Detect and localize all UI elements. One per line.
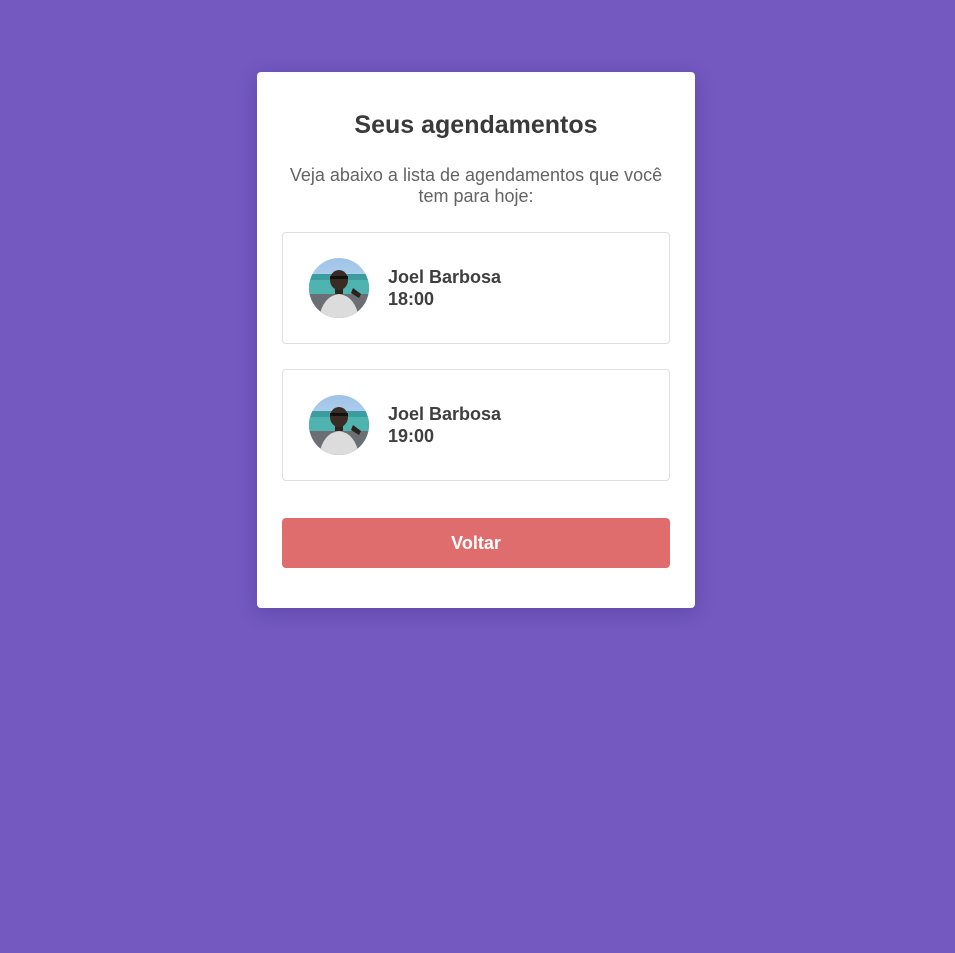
appointment-name: Joel Barbosa — [388, 404, 502, 424]
avatar — [309, 395, 369, 455]
appointments-list: Joel Barbosa 18:00 Joel Barbosa 19:00 — [282, 232, 670, 481]
page-title: Seus agendamentos — [354, 111, 598, 139]
appointment-info: Joel Barbosa 18:00 — [388, 266, 501, 310]
appointment-time: 19:00 — [388, 426, 435, 446]
avatar — [309, 258, 369, 318]
back-button[interactable]: Voltar — [282, 518, 670, 568]
appointment-info: Joel Barbosa 19:00 — [388, 403, 501, 447]
appointment-item: Joel Barbosa 18:00 — [282, 232, 670, 344]
appointment-time: 18:00 — [388, 289, 435, 309]
page-subtitle: Veja abaixo a lista de agendamentos que … — [289, 165, 663, 206]
appointment-name: Joel Barbosa — [388, 267, 502, 287]
appointments-card: Seus agendamentos Veja abaixo a lista de… — [257, 72, 695, 608]
appointment-item: Joel Barbosa 19:00 — [282, 369, 670, 481]
